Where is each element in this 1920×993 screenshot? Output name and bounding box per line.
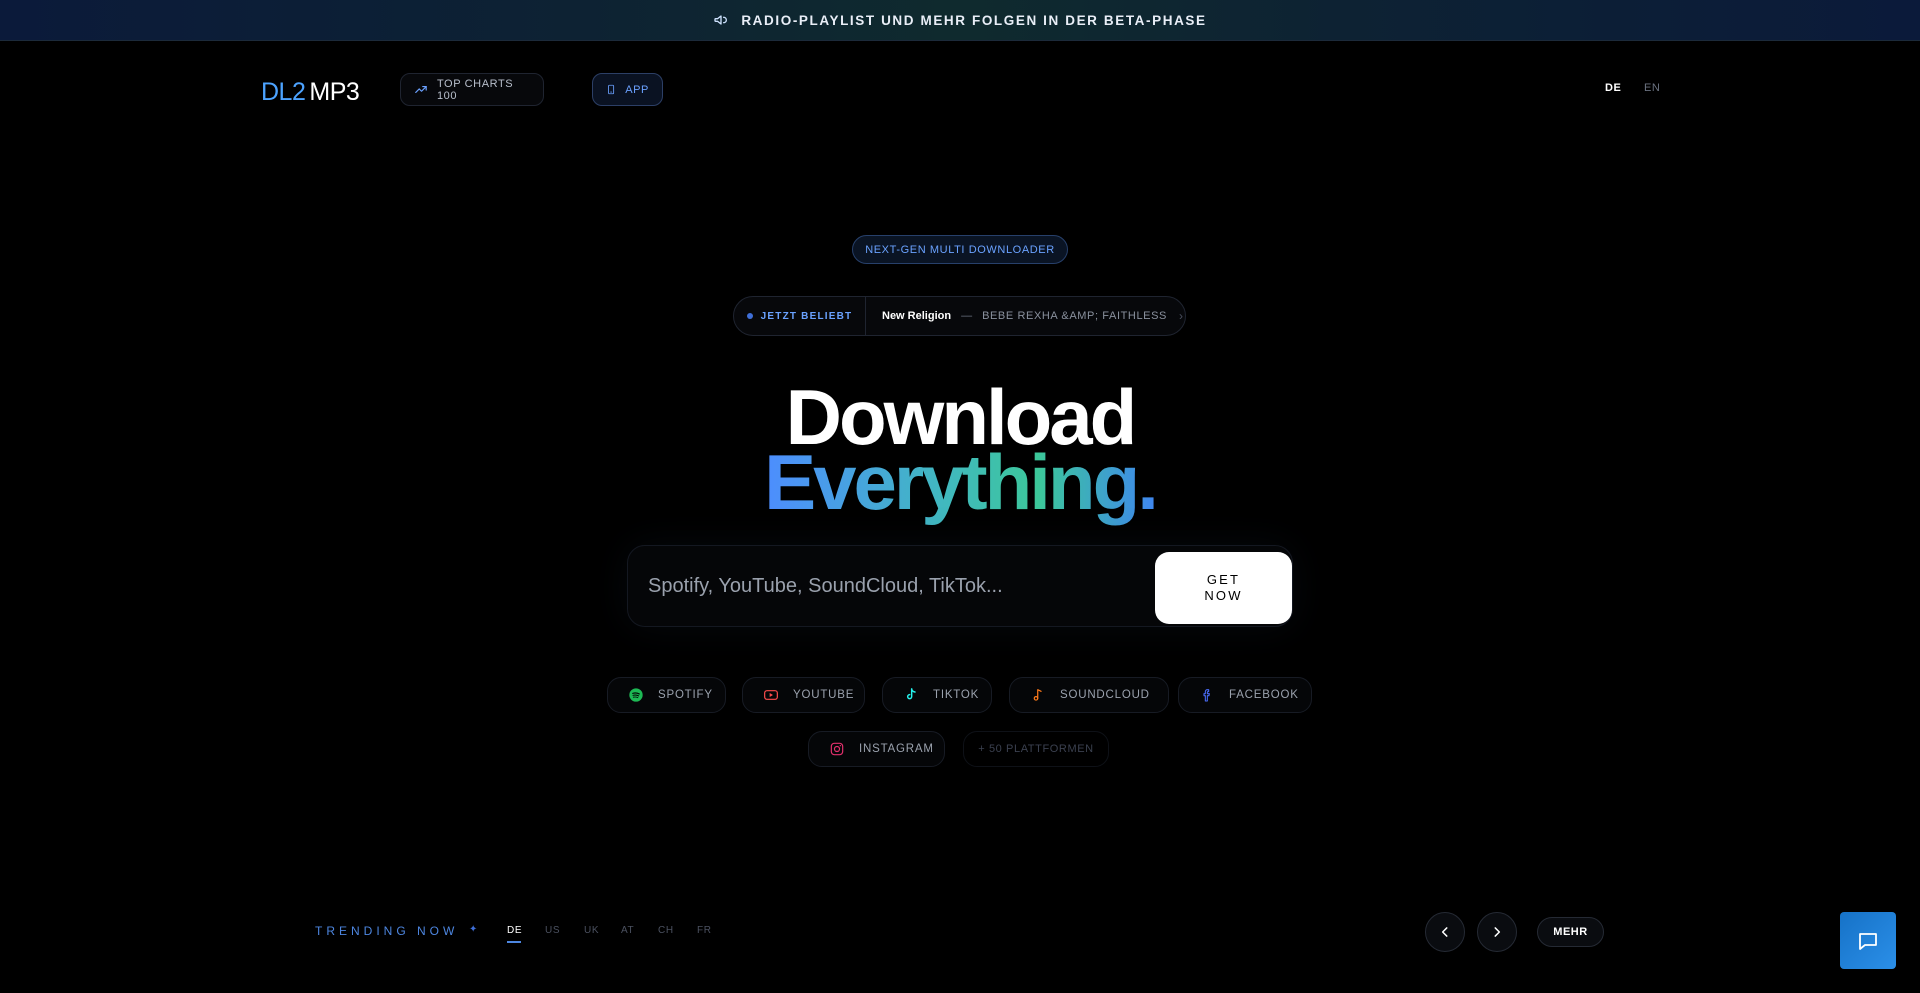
tiktok-icon (906, 688, 916, 700)
platform-soundcloud[interactable]: SOUNDCLOUD (1009, 677, 1169, 713)
more-platforms-label: + 50 PLATTFORMEN (963, 731, 1109, 767)
facebook-icon (1203, 689, 1210, 702)
logo-part-dl2: DL2 (261, 78, 306, 106)
instagram-icon (830, 742, 844, 756)
search-box: GET NOW (627, 545, 1293, 627)
pulse-dot-icon (746, 313, 753, 319)
country-tab-uk[interactable]: UK (584, 925, 599, 936)
platform-label: TIKTOK (933, 689, 980, 701)
banner-text: RADIO-PLAYLIST UND MEHR FOLGEN IN DER BE… (741, 12, 1207, 28)
chat-widget-button[interactable] (1840, 912, 1896, 969)
chevron-right-icon (1494, 927, 1501, 937)
chevron-right-icon: › (1179, 309, 1183, 323)
platform-spotify[interactable]: SPOTIFY (607, 677, 726, 713)
platform-tiktok[interactable]: TIKTOK (882, 677, 992, 713)
platform-label: SPOTIFY (658, 689, 713, 701)
active-tab-indicator (507, 941, 521, 943)
get-now-button[interactable]: GET NOW (1155, 552, 1292, 624)
app-label: APP (625, 83, 649, 96)
logo-part-mp3: MP3 (309, 78, 360, 106)
smartphone-icon (608, 84, 615, 95)
country-tab-us[interactable]: US (545, 925, 560, 936)
chat-icon (1859, 932, 1877, 950)
trending-song-title: New Religion (882, 310, 952, 322)
headline-gradient-text: Everything. (764, 438, 1159, 526)
trending-song-pill[interactable]: JETZT BELIEBT New Religion — BEBE REXHA … (733, 296, 1186, 336)
trending-up-icon (415, 86, 427, 93)
url-input[interactable] (648, 562, 1128, 610)
soundcloud-icon (1033, 689, 1042, 701)
headline-line-2: Everything. (0, 443, 1920, 521)
top-charts-button[interactable]: TOP CHARTS 100 (400, 73, 544, 106)
sparkle-icon: ✦ (469, 924, 478, 935)
country-tab-fr[interactable]: FR (697, 925, 712, 936)
announcement-banner[interactable]: RADIO-PLAYLIST UND MEHR FOLGEN IN DER BE… (0, 0, 1920, 41)
trending-song-artist: BEBE REXHA &AMP; FAITHLESS (982, 310, 1167, 322)
carousel-next-button[interactable] (1477, 912, 1517, 952)
carousel-prev-button[interactable] (1425, 912, 1465, 952)
youtube-icon (764, 690, 778, 700)
top-charts-label: TOP CHARTS 100 (436, 77, 514, 102)
chevron-left-icon (1441, 927, 1448, 937)
trending-now-label: TRENDING NOW (315, 924, 459, 938)
platform-label: INSTAGRAM (859, 743, 934, 755)
trending-badge: JETZT BELIEBT (734, 297, 866, 335)
platform-facebook[interactable]: FACEBOOK (1178, 677, 1312, 713)
platform-label: SOUNDCLOUD (1060, 689, 1150, 701)
more-button[interactable]: MEHR (1537, 917, 1604, 947)
platform-label: YOUTUBE (793, 689, 855, 701)
logo[interactable]: DL2 MP3 (261, 78, 360, 107)
platform-label: FACEBOOK (1229, 689, 1299, 701)
country-tab-ch[interactable]: CH (658, 925, 674, 936)
megaphone-icon (714, 15, 728, 25)
language-de[interactable]: DE (1605, 82, 1621, 94)
country-tab-de[interactable]: DE (507, 925, 522, 936)
app-button[interactable]: APP (592, 73, 663, 106)
trending-badge-label: JETZT BELIEBT (760, 310, 853, 322)
spotify-icon (629, 688, 643, 702)
country-tab-at[interactable]: AT (621, 925, 634, 936)
trending-song[interactable]: New Religion — BEBE REXHA &AMP; FAITHLES… (866, 309, 1185, 323)
platform-instagram[interactable]: INSTAGRAM (808, 731, 945, 767)
platform-youtube[interactable]: YOUTUBE (742, 677, 865, 713)
language-en[interactable]: EN (1644, 82, 1660, 94)
trending-separator: — (961, 310, 973, 322)
hero-badge: NEXT-GEN MULTI DOWNLOADER (852, 235, 1068, 264)
